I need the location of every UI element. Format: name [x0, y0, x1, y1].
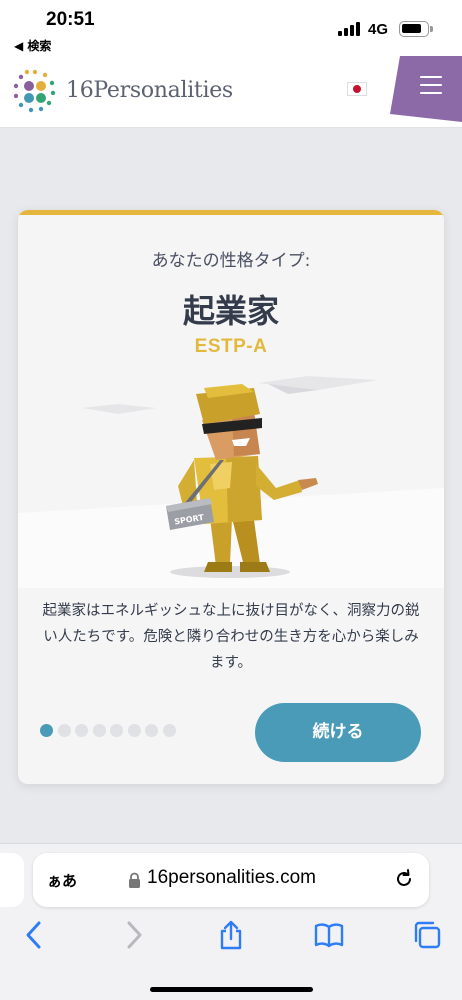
- back-icon[interactable]: [20, 920, 50, 950]
- home-indicator: [150, 987, 313, 992]
- progress-dot[interactable]: [40, 724, 53, 737]
- browser-toolbar: ぁあ 16personalities.com: [0, 843, 462, 1000]
- site-header: 16Personalities: [0, 56, 462, 128]
- back-to-search-link[interactable]: ◀ 検索: [14, 37, 51, 54]
- result-label: あなたの性格タイプ:: [151, 251, 311, 271]
- bookmarks-icon[interactable]: [314, 920, 344, 950]
- personality-type-code: ESTP-A: [194, 336, 268, 357]
- cellular-signal-icon: [338, 22, 360, 36]
- progress-dot[interactable]: [57, 724, 71, 737]
- reload-icon[interactable]: [393, 868, 415, 890]
- personality-description: 起業家はエネルギッシュな上に抜け目がなく、洞察力の鋭い人たちです。危険と隣り合わ…: [42, 603, 420, 671]
- progress-dot[interactable]: [110, 724, 123, 737]
- menu-button[interactable]: [390, 56, 462, 122]
- card-accent-bar: [18, 210, 444, 215]
- personality-result-card: あなたの性格タイプ: 起業家 ESTP-A SPORT 起業家はエネルギッシュな…: [18, 210, 444, 784]
- forward-icon[interactable]: [118, 920, 148, 950]
- logo-icon[interactable]: [12, 67, 58, 113]
- hamburger-menu-icon: [420, 76, 442, 94]
- progress-dot[interactable]: [145, 724, 158, 737]
- share-icon[interactable]: [216, 920, 246, 950]
- url-text[interactable]: 16personalities.com: [147, 867, 316, 889]
- previous-tab-preview[interactable]: [0, 853, 24, 907]
- progress-dot[interactable]: [162, 724, 176, 737]
- personality-type-name: 起業家: [182, 292, 279, 330]
- battery-icon: [399, 21, 433, 37]
- japan-flag-icon[interactable]: [347, 82, 367, 96]
- status-time: 20:51: [46, 9, 95, 30]
- progress-dot[interactable]: [127, 724, 141, 737]
- network-type: 4G: [368, 21, 389, 38]
- progress-dot[interactable]: [75, 724, 88, 737]
- address-bar[interactable]: ぁあ 16personalities.com: [33, 853, 429, 907]
- status-bar: 20:51 ◀ 検索 4G: [0, 0, 462, 62]
- text-size-button[interactable]: ぁあ: [47, 870, 77, 891]
- entrepreneur-character-illustration: SPORT: [18, 376, 444, 588]
- logo-text[interactable]: 16Personalities: [66, 78, 233, 103]
- tabs-icon[interactable]: [412, 920, 442, 950]
- progress-dot[interactable]: [92, 724, 106, 737]
- continue-button[interactable]: 続ける: [255, 703, 421, 762]
- lock-icon: [129, 872, 140, 888]
